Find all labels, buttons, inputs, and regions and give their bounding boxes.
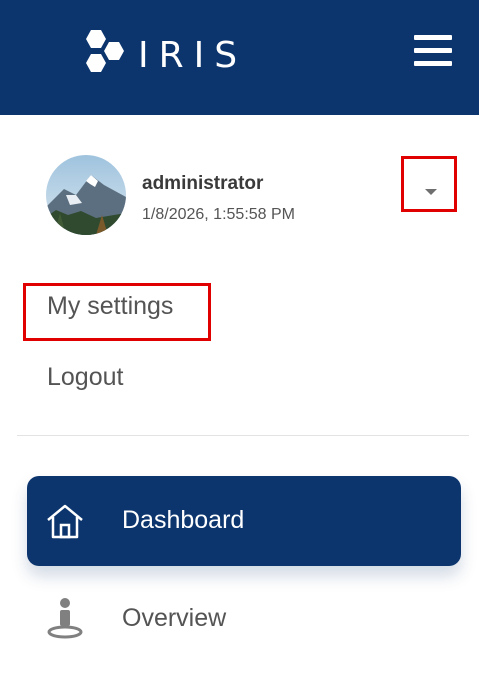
hamburger-menu-icon[interactable] xyxy=(410,32,456,70)
user-dropdown-button[interactable] xyxy=(401,156,457,212)
hexagon-logo-icon xyxy=(86,30,124,72)
divider xyxy=(17,435,469,436)
caret-down-icon xyxy=(425,189,437,195)
logout-link[interactable]: Logout xyxy=(47,363,123,392)
overview-icon xyxy=(47,598,83,639)
nav-item-label: Dashboard xyxy=(122,506,245,534)
mountain-avatar-image xyxy=(46,155,126,235)
app-name: IRIS xyxy=(138,35,248,76)
login-timestamp: 1/8/2026, 1:55:58 PM xyxy=(142,206,295,223)
app-screen: IRIS administrator 1/8/2026, 1:55:58 PM xyxy=(0,0,479,685)
user-avatar[interactable] xyxy=(46,155,126,235)
nav-item-label: Overview xyxy=(122,604,227,632)
top-bar: IRIS xyxy=(0,0,479,115)
user-name: administrator xyxy=(142,173,264,194)
settings-highlight-box xyxy=(23,283,211,341)
iris-logo[interactable]: IRIS xyxy=(78,28,248,82)
nav-item-dashboard[interactable]: Dashboard xyxy=(27,476,461,566)
home-icon xyxy=(47,504,83,539)
nav-item-overview[interactable]: Overview xyxy=(27,590,461,650)
